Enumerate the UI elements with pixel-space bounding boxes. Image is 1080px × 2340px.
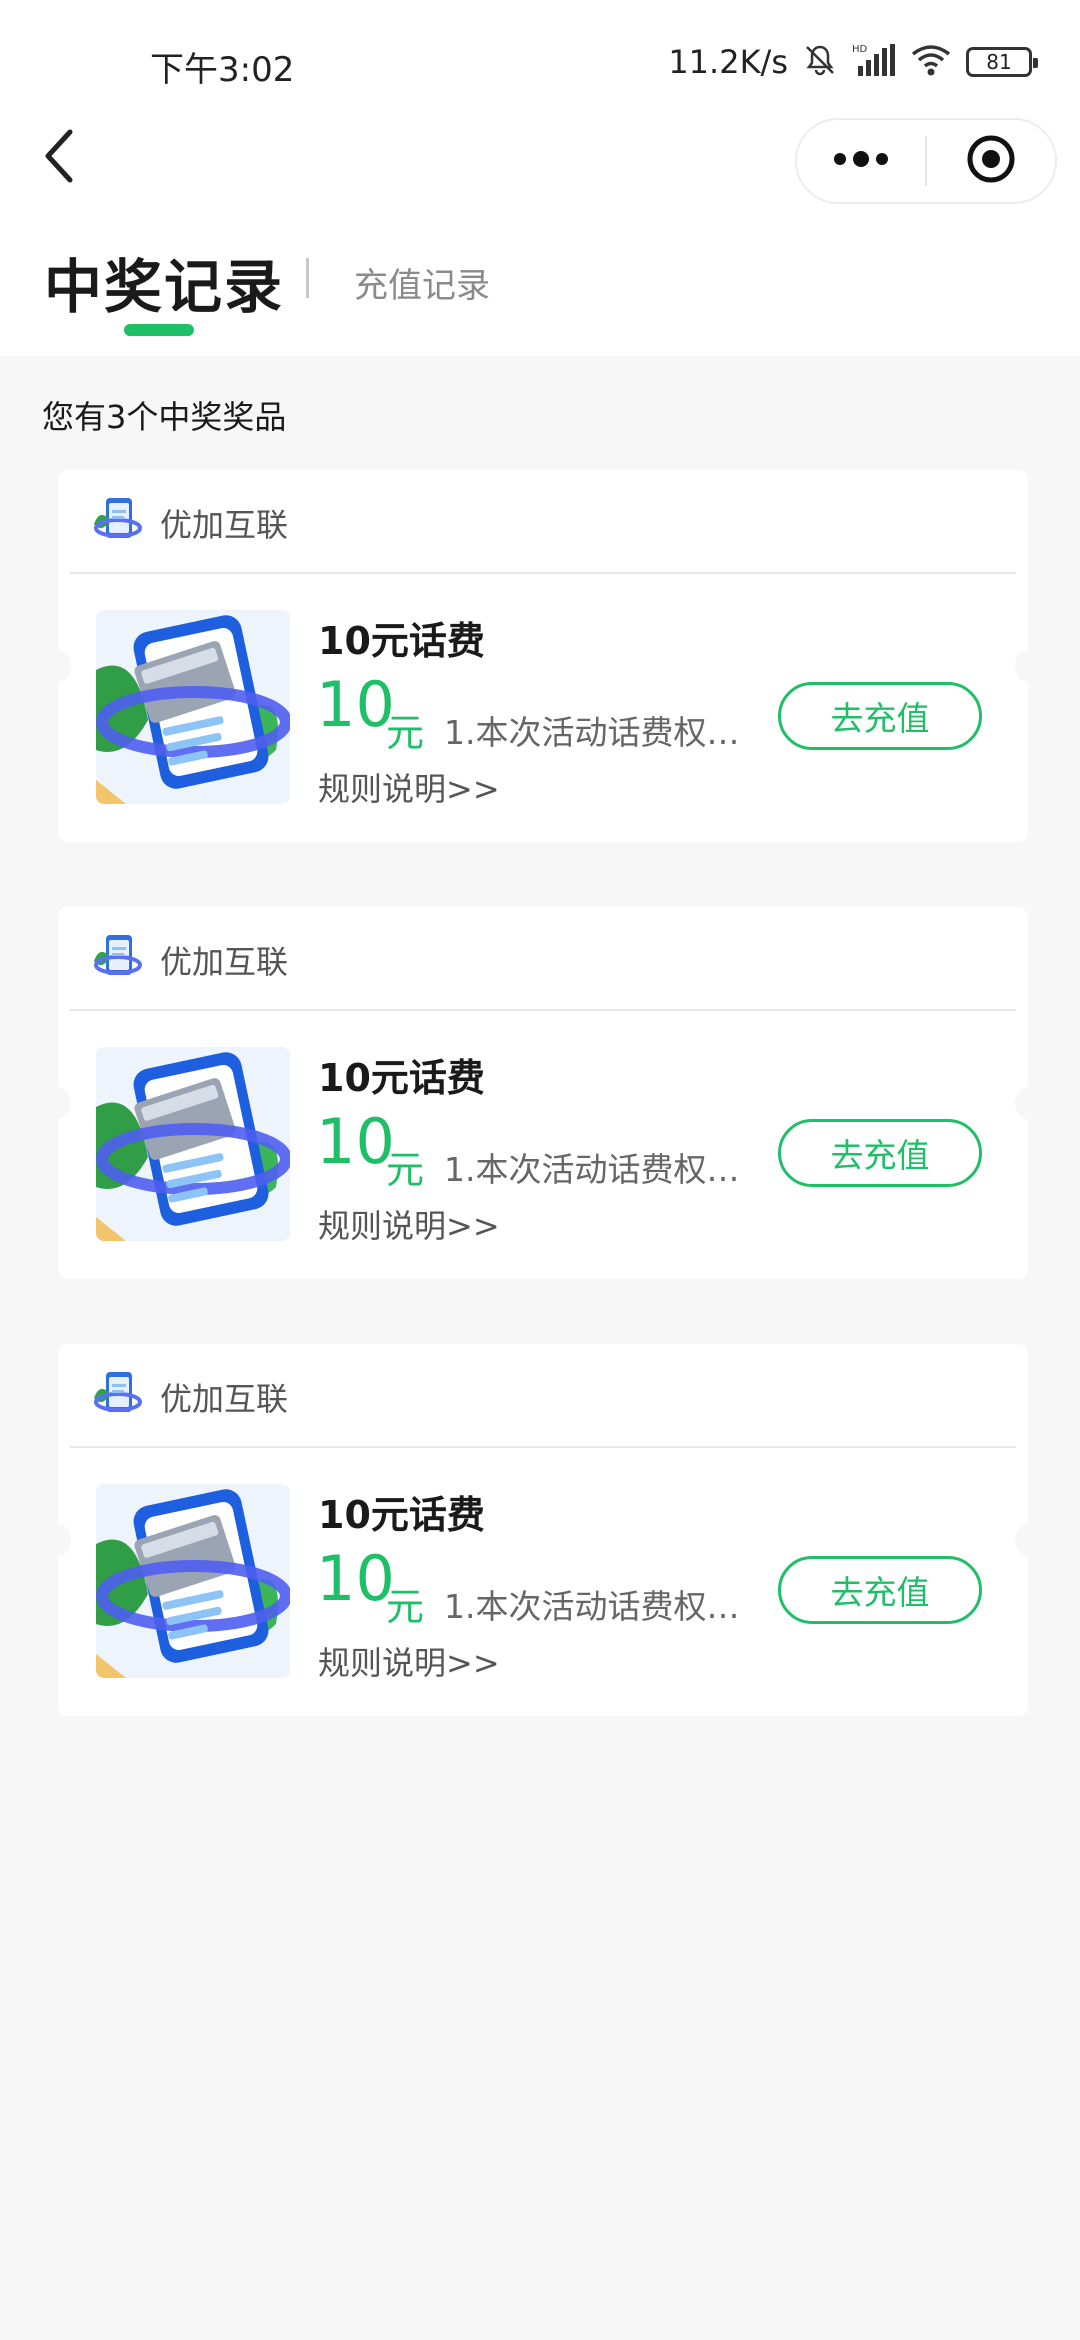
target-icon bbox=[966, 134, 1016, 188]
prize-image bbox=[96, 610, 290, 804]
prize-image bbox=[96, 1047, 290, 1241]
rules-link[interactable]: 规则说明>> bbox=[318, 764, 500, 810]
prize-amount: 10 bbox=[316, 1542, 395, 1615]
prize-card: 优加互联 10元话费 10 元 1.本次活动话费权… 规则说明>> 去充值 bbox=[45, 1344, 1041, 1716]
card-header: 优加互联 bbox=[58, 1344, 1028, 1447]
merchant-name: 优加互联 bbox=[160, 943, 289, 981]
recharge-button[interactable]: 去充值 bbox=[778, 1556, 982, 1624]
card-divider bbox=[70, 1446, 1016, 1448]
mute-bell-icon bbox=[802, 42, 838, 82]
merchant-logo-icon bbox=[92, 1368, 144, 1420]
signal-hd-icon: HD bbox=[852, 42, 896, 82]
rules-link[interactable]: 规则说明>> bbox=[318, 1638, 500, 1684]
prize-amount: 10 bbox=[316, 668, 395, 741]
card-header: 优加互联 bbox=[58, 470, 1028, 573]
card-divider bbox=[70, 1009, 1016, 1011]
chevron-left-icon bbox=[38, 126, 78, 190]
merchant-logo-icon bbox=[92, 931, 144, 983]
merchant-logo-icon bbox=[92, 494, 144, 546]
recharge-button[interactable]: 去充值 bbox=[778, 1119, 982, 1187]
prize-count-summary: 您有3个中奖奖品 bbox=[42, 398, 287, 436]
network-speed: 11.2K/s bbox=[668, 43, 788, 81]
active-tab-indicator bbox=[124, 324, 194, 336]
prize-title: 10元话费 bbox=[318, 619, 485, 663]
prize-description: 1.本次活动话费权… bbox=[444, 1150, 740, 1189]
rules-link[interactable]: 规则说明>> bbox=[318, 1201, 500, 1247]
prize-description: 1.本次活动话费权… bbox=[444, 713, 740, 752]
merchant-name: 优加互联 bbox=[160, 506, 289, 544]
tab-prize-records[interactable]: 中奖记录 bbox=[44, 240, 284, 324]
prize-unit: 元 bbox=[386, 1585, 425, 1629]
record-tabs: 中奖记录 充值记录 bbox=[44, 240, 744, 340]
tab-recharge-records[interactable]: 充值记录 bbox=[354, 258, 490, 307]
more-dots-icon bbox=[831, 149, 891, 173]
prize-amount: 10 bbox=[316, 1105, 395, 1178]
card-header: 优加互联 bbox=[58, 907, 1028, 1010]
prize-card: 优加互联 10元话费 10 元 1.本次活动话费权… 规则说明>> 去充值 bbox=[45, 907, 1041, 1279]
prize-card: 优加互联 10元话费 10 元 1.本次活动话费权… 规则说明>> 去充值 bbox=[45, 470, 1041, 842]
mini-program-capsule bbox=[795, 118, 1057, 204]
more-button[interactable] bbox=[797, 120, 925, 202]
wifi-icon bbox=[910, 42, 952, 82]
status-time: 下午3:02 bbox=[150, 50, 295, 90]
battery-icon: 81 bbox=[966, 47, 1038, 77]
battery-level: 81 bbox=[986, 50, 1012, 74]
prize-title: 10元话费 bbox=[318, 1056, 485, 1100]
prize-unit: 元 bbox=[386, 711, 425, 755]
back-button[interactable] bbox=[28, 122, 88, 194]
tab-separator bbox=[306, 258, 309, 298]
svg-text:HD: HD bbox=[852, 44, 868, 55]
status-bar: 下午3:02 11.2K/s HD 81 bbox=[0, 0, 1080, 120]
status-indicators: 11.2K/s HD 81 bbox=[668, 40, 1038, 84]
prize-title: 10元话费 bbox=[318, 1493, 485, 1537]
recharge-button[interactable]: 去充值 bbox=[778, 682, 982, 750]
prize-unit: 元 bbox=[386, 1148, 425, 1192]
prize-image bbox=[96, 1484, 290, 1678]
merchant-name: 优加互联 bbox=[160, 1380, 289, 1418]
card-divider bbox=[70, 572, 1016, 574]
prize-description: 1.本次活动话费权… bbox=[444, 1587, 740, 1626]
close-program-button[interactable] bbox=[927, 120, 1055, 202]
